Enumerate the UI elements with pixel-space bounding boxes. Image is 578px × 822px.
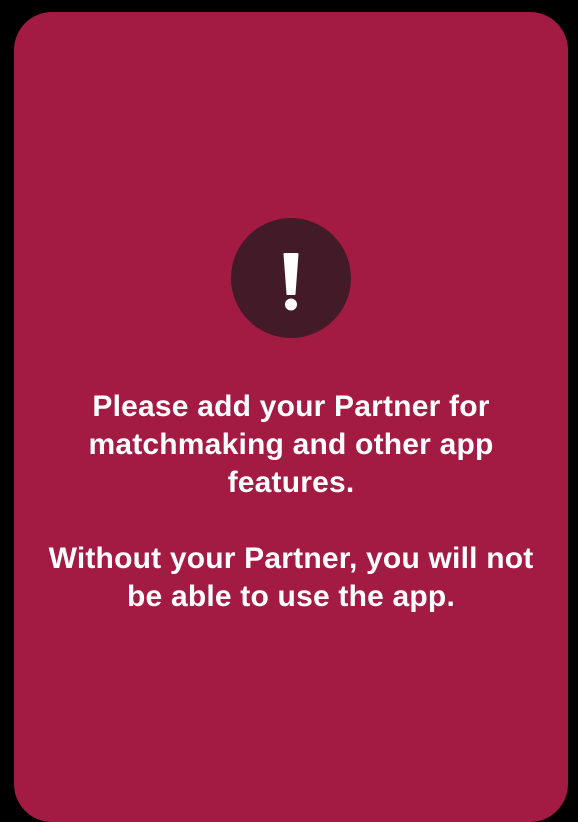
partner-required-card: Please add your Partner for matchmaking … <box>14 12 568 822</box>
exclamation-icon <box>231 218 351 338</box>
partner-warning-message: Without your Partner, you will not be ab… <box>48 542 534 613</box>
partner-required-message: Please add your Partner for matchmaking … <box>88 390 494 499</box>
exclamation-glyph <box>283 253 299 311</box>
